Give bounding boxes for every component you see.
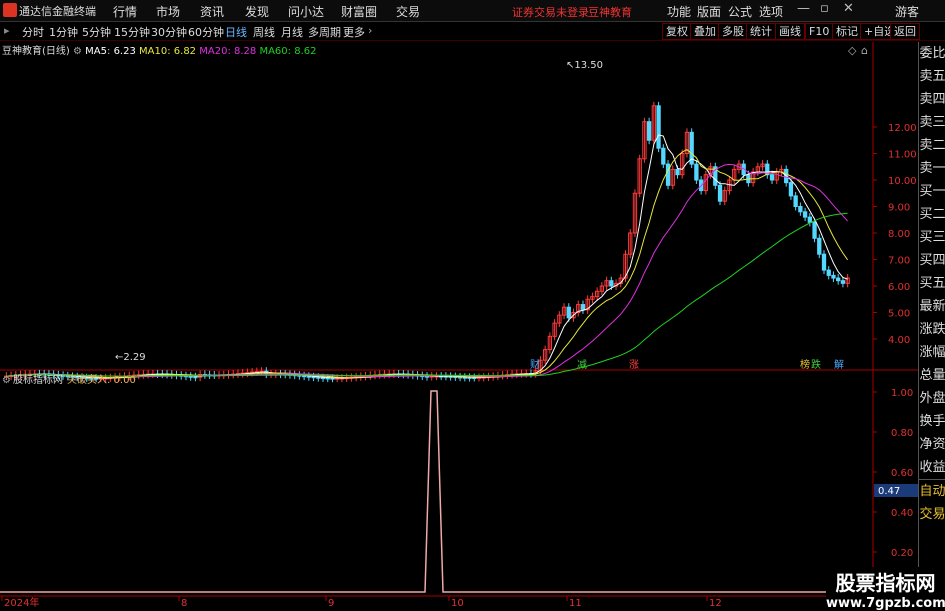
date-label: 11 (569, 598, 582, 609)
candle-body (694, 163, 699, 181)
date-label: 10 (451, 598, 464, 609)
side-item[interactable]: 交易 (919, 503, 945, 526)
candle-body (325, 377, 330, 380)
side-item[interactable]: 卖三 (919, 111, 945, 134)
event-marker[interactable]: 解 (834, 358, 844, 371)
candle-body (320, 377, 326, 380)
candle-body (193, 376, 198, 379)
event-marker[interactable]: 涨 (629, 359, 639, 371)
main-chart-area: ◇ ⌂ 12.00 11.00 10.00 9.00 8.00 7.00 6.00 5.00 4… (0, 42, 918, 609)
candle-body (566, 306, 571, 319)
sub-tick-label: 0.20 (891, 548, 913, 559)
date-label: 2024年 (4, 596, 39, 609)
candle-body (306, 375, 311, 378)
side-item[interactable]: 卖二 (919, 134, 945, 157)
date-label: 12 (709, 598, 722, 609)
candle-body (717, 184, 723, 202)
candle-body (424, 375, 430, 378)
ma5-line (6, 134, 848, 379)
sub-tick-label: 0.60 (891, 468, 913, 479)
price-axis: 12.00 11.00 10.00 9.00 8.00 7.00 6.00 5.00 4.00 (873, 123, 917, 346)
high-annotation: ↖13.50 (566, 60, 603, 71)
side-item[interactable]: 买一 (919, 180, 945, 203)
candles (4, 101, 850, 383)
sub-tick-label: 0.40 (891, 508, 913, 519)
candle-body (807, 216, 812, 223)
right-sidebar: 委比 卖五 卖四 卖三 卖二 卖一 买一 买二 买三 买四 买五 最新 涨跌 涨幅 总量 外盘 换手 净资 收益 自动… (918, 42, 945, 602)
side-item[interactable]: 卖一 (919, 157, 945, 180)
candle-body (812, 221, 817, 239)
watermark-overlay: 股票指标网 www.7gpzb.com (826, 567, 945, 611)
candle-body (802, 211, 808, 218)
side-item[interactable]: 买三 (919, 226, 945, 249)
side-item[interactable]: 净资 (919, 433, 945, 456)
side-item[interactable]: 买四 (919, 249, 945, 272)
side-item[interactable]: 自动 (919, 479, 945, 503)
side-item[interactable]: 买五 (919, 272, 945, 295)
candle-body (661, 147, 666, 165)
current-value: 0.47 (878, 486, 900, 497)
side-item[interactable]: 卖五 (919, 65, 945, 88)
watermark-cn: 股票指标网 (835, 571, 936, 595)
event-marker[interactable]: 减 (577, 359, 587, 371)
side-item[interactable]: 收益 (919, 456, 945, 479)
side-item[interactable]: 卖四 (919, 88, 945, 111)
side-item[interactable]: 买二 (919, 203, 945, 226)
price-tick-label: 9.00 (888, 203, 910, 214)
candle-body (840, 280, 846, 284)
sub-panel-name: 股标指标网 (13, 373, 63, 386)
candle-body (788, 182, 794, 197)
signal-line (0, 390, 873, 593)
side-item[interactable]: 委比 (919, 42, 945, 65)
date-label: 8 (181, 598, 187, 609)
side-item[interactable]: 最新 (919, 295, 945, 318)
sub-tick-label: 1.00 (891, 388, 913, 399)
chart-menu-icon[interactable]: ⌂ (861, 44, 868, 57)
price-tick-label: 7.00 (888, 256, 910, 267)
indicator-label: 突破买入: 0.00 (67, 373, 136, 386)
event-marker[interactable]: 财 (530, 358, 540, 371)
event-marker[interactable]: 榜 (800, 358, 810, 371)
price-tick-label: 5.00 (888, 309, 910, 320)
candle-body (311, 376, 316, 379)
collapse-diamond-icon[interactable]: ◇ (848, 44, 857, 57)
side-item[interactable]: 总量 (919, 364, 945, 387)
candle-body (817, 237, 822, 255)
price-tick-label: 10.00 (888, 176, 917, 187)
price-tick-label: 11.00 (888, 150, 917, 161)
side-item[interactable]: 涨跌 (919, 318, 945, 341)
candle-body (580, 304, 586, 311)
candle-body (316, 376, 321, 379)
side-item[interactable]: 涨幅 (919, 341, 945, 364)
side-item[interactable]: 换手 (919, 410, 945, 433)
candle-body (646, 121, 652, 141)
low-annotation: ←2.29 (115, 352, 146, 363)
candle-body (836, 277, 841, 282)
candle-body (769, 174, 775, 181)
sub-settings-icon[interactable]: ⚙ (2, 375, 11, 386)
candle-body (675, 168, 680, 176)
candle-body (831, 274, 836, 279)
candle-body (793, 195, 798, 207)
candle-body (656, 105, 661, 149)
date-label: 9 (328, 598, 334, 609)
candle-body (821, 253, 827, 271)
date-axis: 2024年 8 9 10 11 12 (1, 596, 722, 609)
event-marker[interactable]: 跌 (811, 358, 821, 371)
candle-body (188, 375, 193, 378)
candle-body (826, 269, 831, 276)
ma-lines (6, 134, 849, 379)
side-item[interactable]: 外盘 (919, 387, 945, 410)
price-tick-label: 12.00 (888, 123, 917, 134)
sub-tick-label: 0.80 (891, 428, 913, 439)
price-tick-label: 6.00 (888, 282, 910, 293)
candle-body (798, 206, 803, 213)
candle-body (665, 163, 671, 186)
candle-body (609, 280, 614, 287)
price-tick-label: 4.00 (888, 335, 910, 346)
price-tick-label: 8.00 (888, 229, 910, 240)
